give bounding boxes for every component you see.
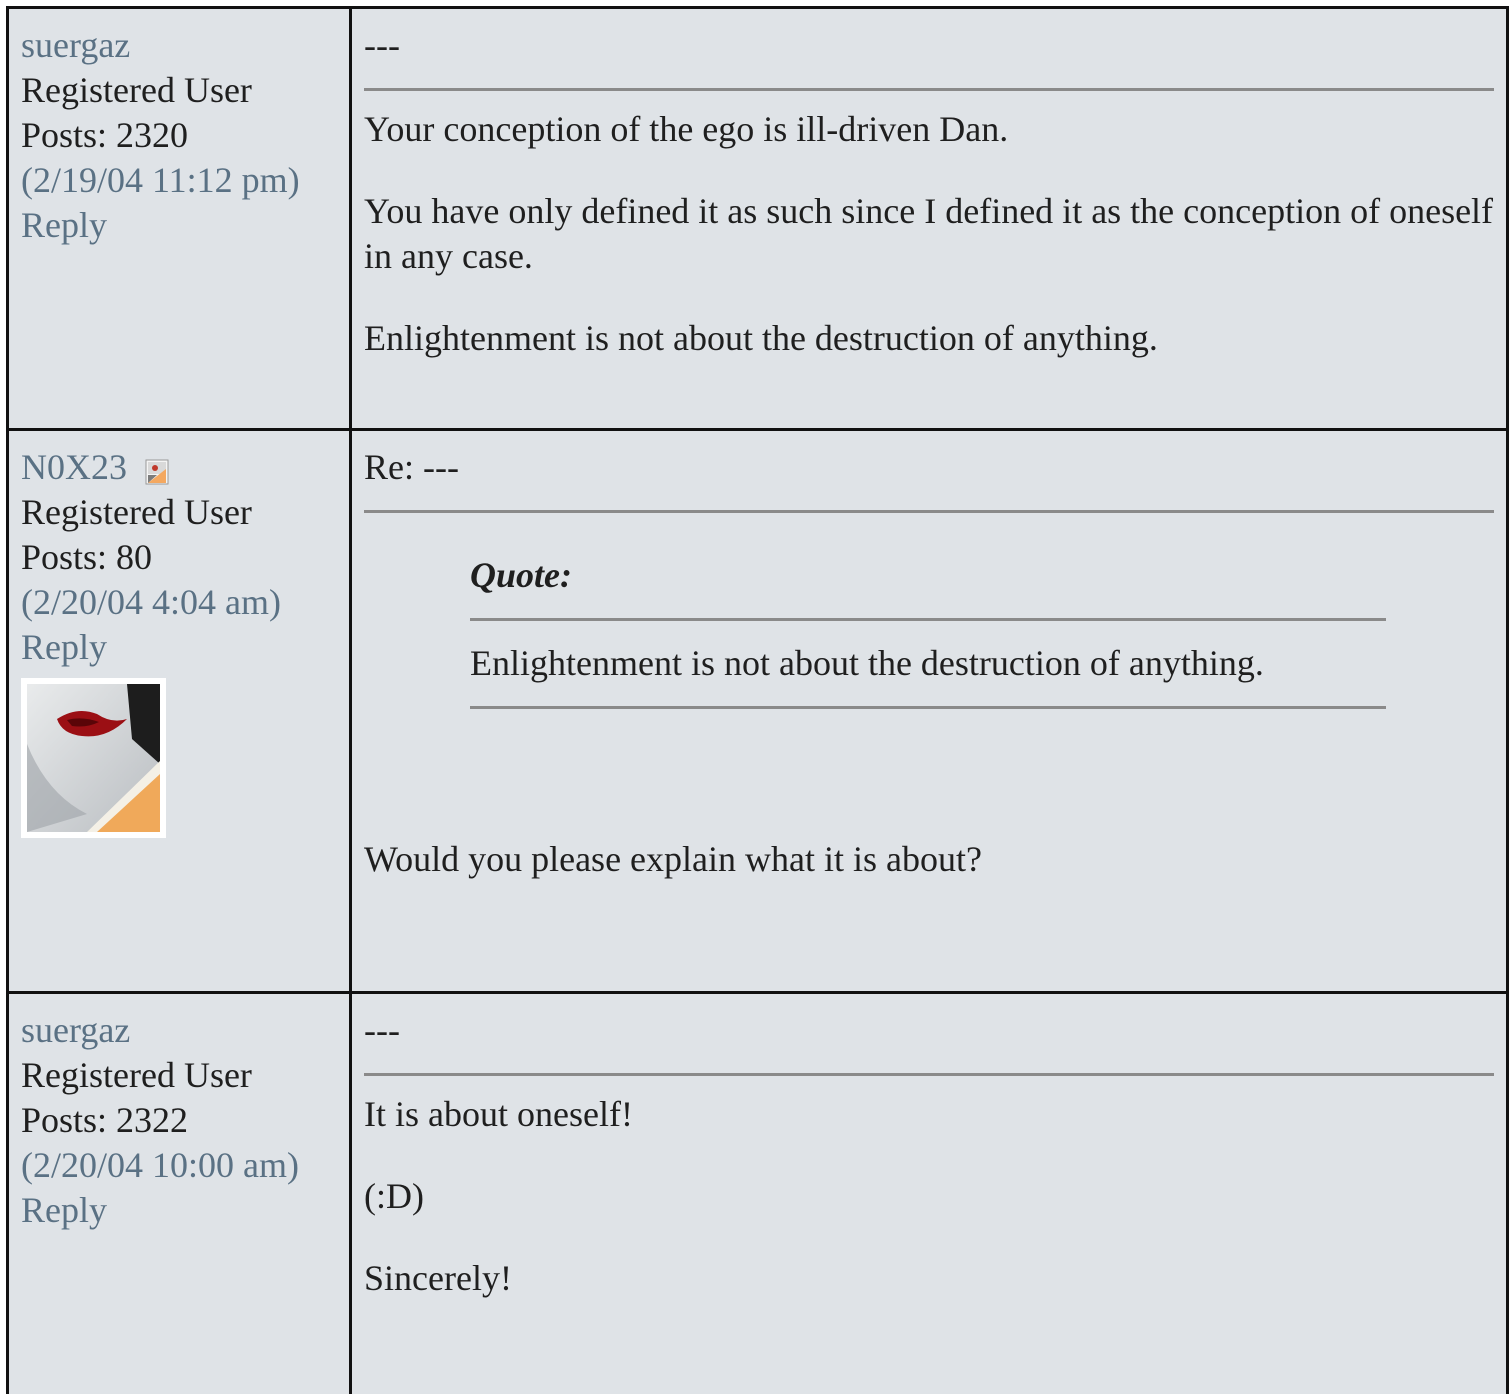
post-paragraph: It is about oneself!: [364, 1094, 633, 1134]
user-role: Registered User: [21, 492, 252, 532]
reply-link[interactable]: Reply: [21, 625, 337, 670]
user-role: Registered User: [21, 1055, 252, 1095]
post-paragraph: Enlightenment is not about the destructi…: [364, 318, 1158, 358]
post: suergaz Registered User Posts: 2322 (2/2…: [9, 994, 1506, 1394]
username-link[interactable]: suergaz: [21, 1008, 337, 1053]
post-paragraph: (:D): [364, 1176, 424, 1216]
subject-divider: [364, 88, 1494, 91]
post: N0X23 Registered User Posts: 80 (2/20/04…: [9, 431, 1506, 994]
post-body: Re: --- Quote: Enlightenment is not abou…: [352, 431, 1506, 991]
reply-link[interactable]: Reply: [21, 1188, 337, 1233]
profile-badge-icon[interactable]: [145, 451, 169, 484]
post-count: Posts: 80: [21, 537, 153, 577]
username-link[interactable]: N0X23: [21, 445, 127, 490]
quote-text: Enlightenment is not about the destructi…: [470, 643, 1264, 683]
forum-thread: suergaz Registered User Posts: 2320 (2/1…: [6, 6, 1509, 1394]
post: suergaz Registered User Posts: 2320 (2/1…: [9, 9, 1506, 431]
post-subject: Re: ---: [364, 447, 459, 487]
post-paragraph: You have only defined it as such since I…: [364, 191, 1494, 276]
user-role: Registered User: [21, 70, 252, 110]
quote-divider-top: [470, 618, 1386, 621]
post-count: Posts: 2322: [21, 1100, 189, 1140]
reply-link[interactable]: Reply: [21, 203, 337, 248]
post-timestamp-link[interactable]: (2/20/04 10:00 am): [21, 1143, 337, 1188]
quote-divider-bottom: [470, 706, 1386, 709]
post-timestamp-link[interactable]: (2/19/04 11:12 pm): [21, 158, 337, 203]
post-subject: ---: [364, 25, 400, 65]
post-count: Posts: 2320: [21, 115, 189, 155]
username-link[interactable]: suergaz: [21, 23, 337, 68]
post-author-panel: suergaz Registered User Posts: 2322 (2/2…: [9, 994, 352, 1394]
post-paragraph: Would you please explain what it is abou…: [364, 839, 982, 879]
post-author-panel: suergaz Registered User Posts: 2320 (2/1…: [9, 9, 352, 428]
subject-divider: [364, 510, 1494, 513]
quote-label: Quote:: [470, 555, 572, 595]
post-paragraph: Sincerely!: [364, 1258, 512, 1298]
avatar: [21, 678, 166, 838]
quote-block: Quote: Enlightenment is not about the de…: [470, 553, 1386, 709]
post-body: --- Your conception of the ego is ill-dr…: [352, 9, 1506, 428]
post-timestamp-link[interactable]: (2/20/04 4:04 am): [21, 580, 337, 625]
post-paragraph: Your conception of the ego is ill-driven…: [364, 109, 1009, 149]
post-author-panel: N0X23 Registered User Posts: 80 (2/20/04…: [9, 431, 352, 991]
subject-divider: [364, 1073, 1494, 1076]
post-body: --- It is about oneself! (:D) Sincerely!: [352, 994, 1506, 1394]
post-subject: ---: [364, 1010, 400, 1050]
